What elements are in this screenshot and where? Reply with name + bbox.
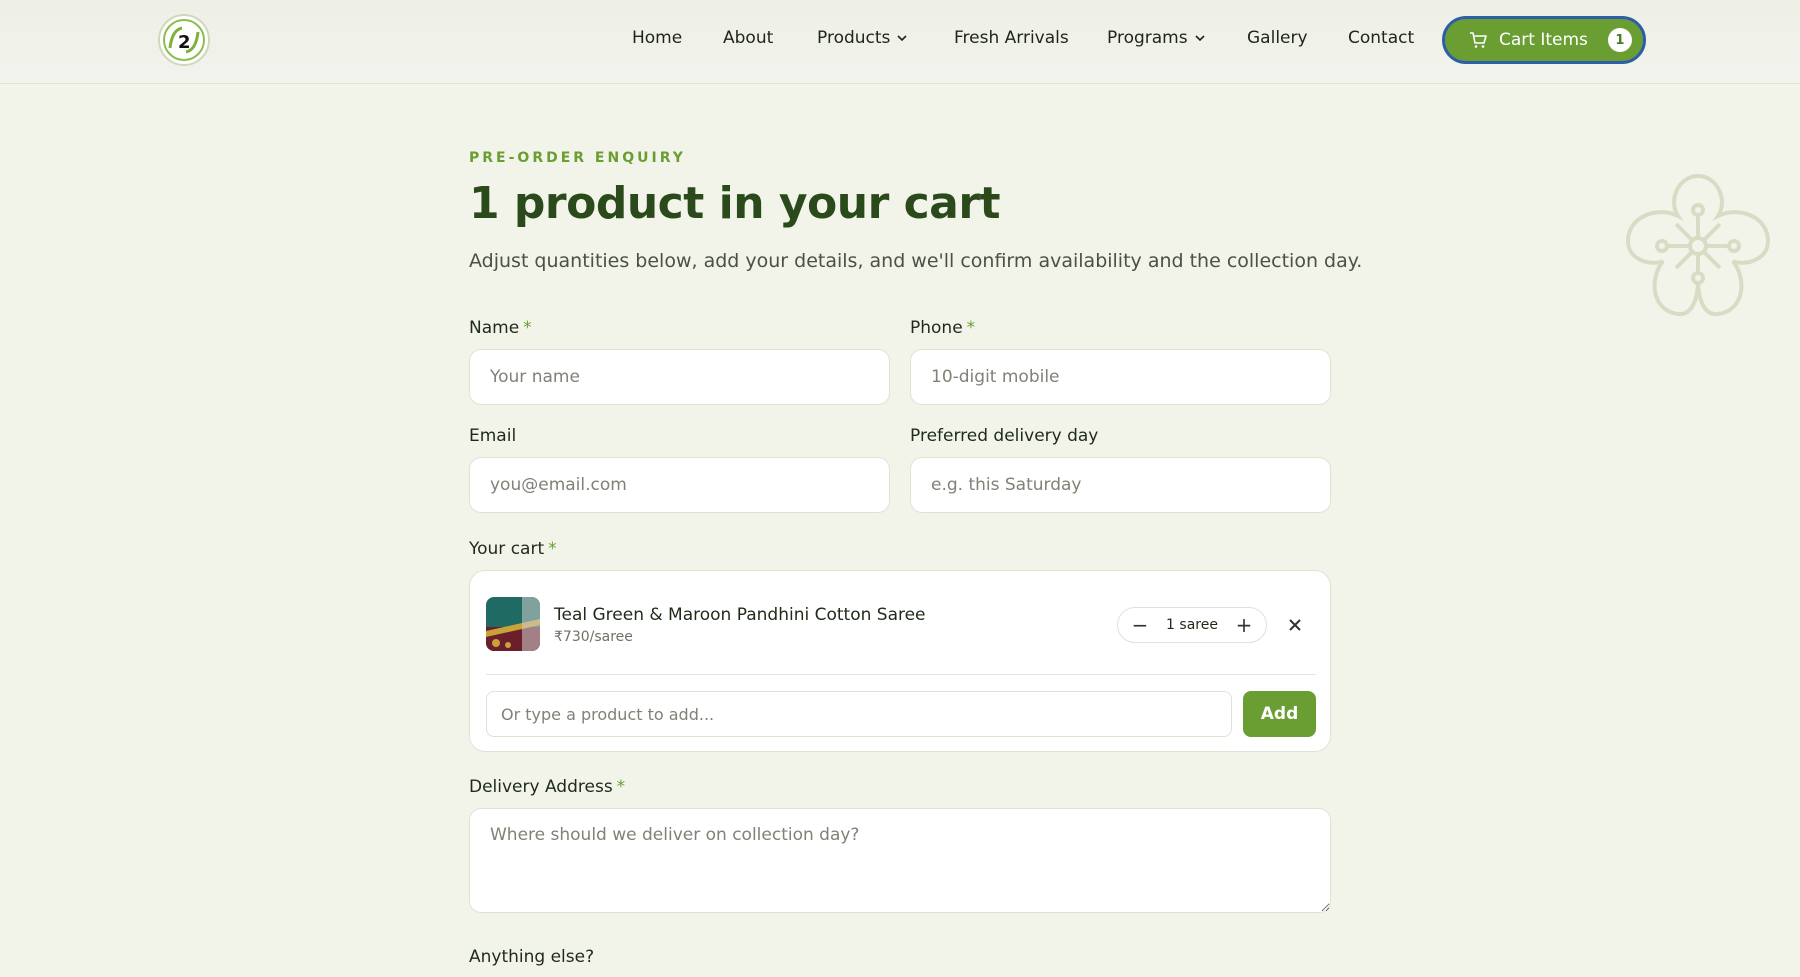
site-header: 2 Home About Products Fresh Arrivals Pro… [0, 0, 1800, 84]
cart-icon [1470, 32, 1487, 48]
nav-fresh-arrivals[interactable]: Fresh Arrivals [954, 28, 1069, 48]
anything-else-label: Anything else? [469, 947, 595, 967]
address-textarea[interactable] [469, 808, 1331, 913]
logo-icon: 2 [163, 19, 205, 61]
nav-programs-label: Programs [1107, 28, 1188, 48]
name-label-text: Name [469, 318, 520, 338]
nav-products-label: Products [817, 28, 891, 48]
cart-label: Your cart * [469, 539, 557, 559]
nav-fresh-arrivals-label: Fresh Arrivals [954, 28, 1069, 48]
page-title: 1 product in your cart [469, 178, 1001, 229]
add-product-input[interactable] [486, 691, 1232, 737]
cart-item-name: Teal Green & Maroon Pandhini Cotton Sare… [554, 605, 926, 625]
svg-text:2: 2 [178, 32, 191, 53]
phone-label: Phone * [910, 318, 975, 338]
email-label: Email [469, 426, 517, 446]
cart-button-label: Cart Items [1499, 30, 1588, 50]
saree-image-icon [486, 597, 540, 651]
cart-count-badge: 1 [1607, 28, 1632, 52]
product-thumbnail[interactable] [486, 597, 540, 651]
quantity-value: 1 saree [1166, 617, 1218, 633]
flower-decoration-icon [1625, 173, 1771, 317]
cart-divider [486, 674, 1316, 675]
address-label-text: Delivery Address [469, 777, 613, 797]
name-input[interactable] [469, 349, 890, 405]
increase-quantity-button[interactable]: + [1234, 613, 1254, 637]
required-marker: * [616, 777, 626, 797]
required-marker: * [966, 318, 976, 338]
address-label: Delivery Address * [469, 777, 625, 797]
remove-item-button[interactable] [1288, 613, 1302, 637]
eyebrow-label: PRE-ORDER ENQUIRY [469, 150, 686, 166]
cart-button[interactable]: Cart Items 1 [1442, 16, 1646, 64]
nav-gallery-label: Gallery [1247, 28, 1308, 48]
nav-home[interactable]: Home [632, 28, 682, 48]
required-marker: * [548, 539, 557, 559]
nav-gallery[interactable]: Gallery [1247, 28, 1308, 48]
quantity-stepper: − 1 saree + [1117, 607, 1267, 643]
nav-contact-label: Contact [1348, 28, 1415, 48]
nav-contact[interactable]: Contact [1348, 28, 1414, 48]
required-marker: * [523, 318, 532, 338]
chevron-down-icon [897, 35, 907, 42]
cart-box: Teal Green & Maroon Pandhini Cotton Sare… [469, 570, 1331, 752]
decrease-quantity-button[interactable]: − [1130, 613, 1150, 637]
close-icon [1289, 619, 1301, 631]
page-subtitle: Adjust quantities below, add your detail… [469, 250, 1363, 272]
nav-about[interactable]: About [723, 28, 773, 48]
add-product-button[interactable]: Add [1243, 691, 1316, 737]
nav-home-label: Home [632, 28, 683, 48]
chevron-down-icon [1195, 35, 1205, 42]
nav-products[interactable]: Products [817, 28, 908, 48]
logo[interactable]: 2 [158, 14, 210, 66]
cart-item-price: ₹730/saree [554, 629, 633, 645]
delivery-day-input[interactable] [910, 457, 1331, 513]
phone-label-text: Phone [910, 318, 963, 338]
cart-label-text: Your cart [469, 539, 545, 559]
name-label: Name * [469, 318, 532, 338]
email-input[interactable] [469, 457, 890, 513]
delivery-day-label: Preferred delivery day [910, 426, 1099, 446]
phone-input[interactable] [910, 349, 1331, 405]
nav-about-label: About [723, 28, 774, 48]
nav-programs[interactable]: Programs [1107, 28, 1206, 48]
